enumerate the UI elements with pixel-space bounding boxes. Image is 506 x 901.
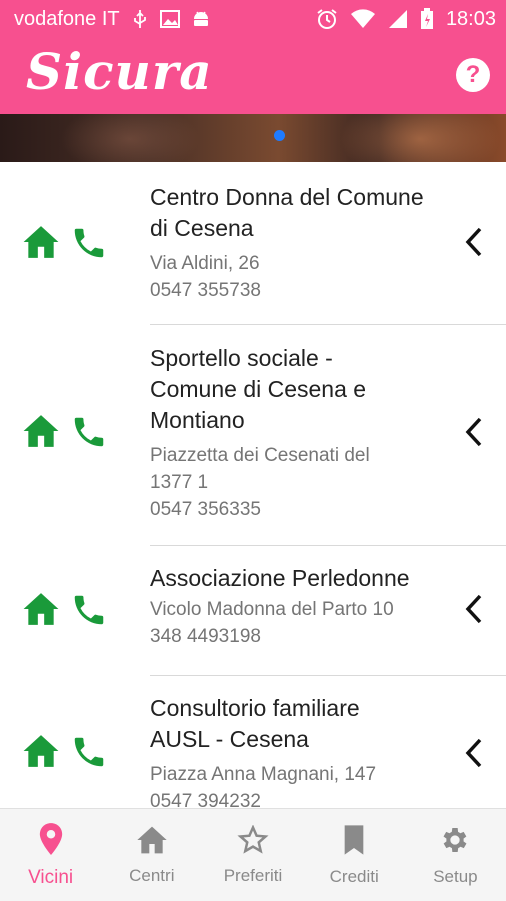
chevron-left-icon[interactable] — [464, 589, 488, 629]
header-banner-image[interactable] — [0, 114, 506, 162]
home-icon[interactable] — [22, 413, 60, 456]
center-phone: 0547 355738 — [150, 280, 261, 301]
nav-label: Preferiti — [223, 865, 283, 885]
phone-icon[interactable] — [70, 224, 108, 267]
bookmark-icon — [342, 824, 366, 861]
phone-icon[interactable] — [70, 591, 108, 634]
nav-label: Centri — [129, 865, 175, 885]
alarm-icon — [316, 8, 338, 30]
android-icon — [192, 9, 210, 29]
image-icon — [159, 10, 180, 28]
center-phone: 0547 356335 — [150, 499, 261, 520]
home-icon[interactable] — [22, 224, 60, 267]
app-logo: Sicura — [26, 42, 213, 101]
help-button[interactable]: ? — [456, 58, 490, 92]
center-address: Piazzetta dei Cesenati del 1377 1 — [150, 445, 370, 493]
center-address: Vicolo Madonna del Parto 10 — [150, 599, 394, 620]
list-item[interactable]: Associazione Perledonne Vicolo Madonna d… — [0, 545, 506, 676]
phone-icon[interactable] — [70, 413, 108, 456]
center-name: Sportello sociale - Comune di Cesena e Mon… — [150, 345, 367, 433]
carrier-label: vodafone IT — [14, 7, 120, 30]
nav-preferiti[interactable]: Preferiti — [202, 809, 303, 901]
battery-icon — [420, 8, 434, 30]
phone-icon[interactable] — [70, 733, 108, 776]
bottom-navigation: Vicini Centri Preferiti Crediti Setup — [0, 808, 506, 901]
nav-crediti[interactable]: Crediti — [304, 809, 405, 901]
status-bar: vodafone IT 18:03 — [0, 0, 506, 38]
home-icon[interactable] — [22, 733, 60, 776]
nav-vicini[interactable]: Vicini — [0, 809, 101, 901]
list-item[interactable]: Sportello sociale - Comune di Cesena e Mon… — [0, 325, 506, 546]
center-name: Associazione Perledonne — [150, 565, 410, 591]
nav-label: Setup — [433, 866, 478, 886]
wifi-icon — [350, 9, 376, 29]
center-name: Centro Donna del Comune di Cesena — [150, 184, 424, 241]
center-phone: 0547 394232 — [150, 791, 261, 808]
usb-icon — [132, 9, 148, 29]
list-item[interactable]: Centro Donna del Comune di Cesena Via Ald… — [0, 162, 506, 325]
nav-centri[interactable]: Centri — [101, 809, 202, 901]
chevron-left-icon[interactable] — [464, 733, 488, 773]
chevron-left-icon[interactable] — [464, 412, 488, 452]
location-pin-icon — [38, 822, 64, 861]
gear-icon — [439, 824, 471, 861]
center-address: Via Aldini, 26 — [150, 253, 260, 274]
page-indicator-dot — [274, 130, 285, 141]
list-item[interactable]: Consultorio familiare AUSL - Cesena Piazz… — [0, 675, 506, 808]
clock: 18:03 — [445, 7, 496, 30]
center-phone: 348 4493198 — [150, 626, 261, 647]
home-icon — [136, 825, 168, 860]
center-address: Piazza Anna Magnani, 147 — [150, 764, 377, 785]
chevron-left-icon[interactable] — [464, 222, 488, 262]
signal-icon — [388, 9, 408, 29]
center-list[interactable]: Centro Donna del Comune di Cesena Via Ald… — [0, 162, 506, 808]
nav-setup[interactable]: Setup — [405, 809, 506, 901]
center-name: Consultorio familiare AUSL - Cesena — [150, 695, 360, 752]
app-bar: Sicura ? — [0, 38, 506, 114]
home-icon[interactable] — [22, 591, 60, 634]
nav-label: Vicini — [28, 866, 74, 888]
help-icon: ? — [465, 61, 481, 88]
star-icon — [237, 823, 269, 860]
nav-label: Crediti — [329, 866, 379, 886]
